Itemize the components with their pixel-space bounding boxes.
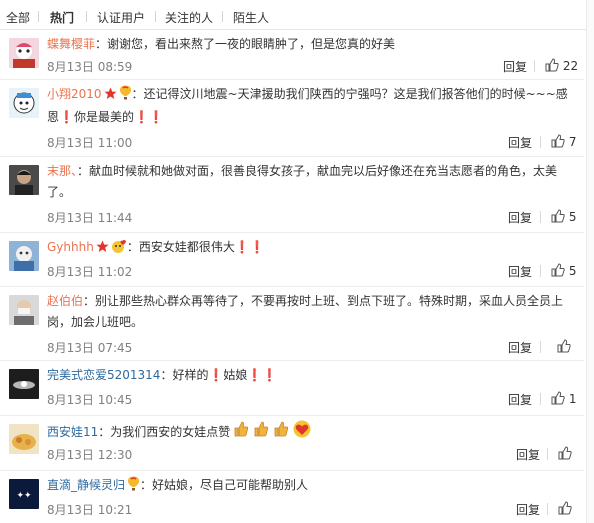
thumbs-up-emoji-icon xyxy=(252,420,270,445)
avatar[interactable]: ✦✦ xyxy=(9,479,39,509)
comment-item: 赵伯伯：别让那些热心群众再等待了，不要再按时上班、到点下班了。特殊时期，采血人员… xyxy=(0,287,584,361)
thumbs-up-icon xyxy=(558,446,572,461)
avatar[interactable] xyxy=(9,295,39,325)
comment-time: 8月13日 10:45 xyxy=(47,393,133,407)
action-divider xyxy=(540,211,541,223)
comment-item: 完美式恋爱5201314：好样的❗姑娘❗❗ 8月13日 10:45 回复 1 xyxy=(0,361,584,416)
thumbs-up-icon xyxy=(557,339,571,354)
avatar[interactable] xyxy=(9,38,39,68)
heart-emoji-icon xyxy=(292,420,312,445)
reply-button[interactable]: 回复 xyxy=(516,446,540,463)
like-count: 5 xyxy=(568,210,577,224)
hot-air-balloon-icon xyxy=(127,476,140,498)
thumbs-up-emoji-icon xyxy=(232,420,250,445)
tab-divider xyxy=(222,11,223,22)
thumbs-up-icon xyxy=(545,58,559,73)
thumbs-up-icon xyxy=(551,134,565,149)
comment-item: 末那、：献血时候就和她做对面，很善良得女孩子，献血完以后好像还在充当志愿者的角色… xyxy=(0,157,584,233)
comment-text: ：谢谢您，看出来熬了一夜的眼睛肿了，但是您真的好美 xyxy=(95,37,396,51)
comment-text: ：别让那些热心群众再等待了，不要再按时上班、到点下班了。特殊时期，采血人员全员上… xyxy=(47,294,564,329)
action-divider xyxy=(540,136,541,148)
comment-username[interactable]: 西安娃11 xyxy=(47,425,98,439)
like-button[interactable] xyxy=(557,339,571,354)
comment-text: ：西安女娃都很伟大❗❗ xyxy=(126,240,265,254)
tab-following[interactable]: 关注的人 xyxy=(165,9,213,26)
star-badge-icon xyxy=(96,239,109,260)
hot-air-balloon-icon xyxy=(119,85,132,107)
avatar[interactable] xyxy=(9,88,39,118)
like-button[interactable]: 7 xyxy=(551,134,576,149)
like-button[interactable]: 5 xyxy=(551,263,576,278)
action-divider xyxy=(540,265,541,277)
avatar[interactable] xyxy=(9,241,39,271)
reply-button[interactable]: 回复 xyxy=(503,58,527,75)
comment-filter-tabs: 全部 热门 认证用户 关注的人 陌生人 xyxy=(0,0,594,30)
reply-button[interactable]: 回复 xyxy=(508,134,532,151)
like-count: 22 xyxy=(562,59,579,73)
action-divider xyxy=(547,503,548,515)
like-button[interactable]: 22 xyxy=(545,58,578,73)
tab-strangers[interactable]: 陌生人 xyxy=(233,9,269,26)
avatar[interactable] xyxy=(9,165,39,195)
like-count: 5 xyxy=(568,264,577,278)
like-button[interactable]: 5 xyxy=(551,209,576,224)
comment-text: ：献血时候就和她做对面，很善良得女孩子，献血完以后好像还在充当志愿者的角色，太美… xyxy=(47,164,558,199)
scrollbar-track[interactable] xyxy=(586,0,594,523)
comment-time: 8月13日 10:21 xyxy=(47,503,133,517)
comment-username[interactable]: 直滴_静候灵归 xyxy=(47,478,125,492)
like-count: 1 xyxy=(568,392,577,406)
tab-divider xyxy=(155,11,156,22)
action-divider xyxy=(547,448,548,460)
comment-item: 蝶舞樱菲：谢谢您，看出来熬了一夜的眼睛肿了，但是您真的好美 8月13日 08:5… xyxy=(0,30,584,80)
thumbs-up-icon xyxy=(558,501,572,516)
comment-text: ：好样的❗姑娘❗❗ xyxy=(160,368,278,382)
star-badge-icon xyxy=(104,86,117,107)
comment-time: 8月13日 12:30 xyxy=(47,448,133,462)
comment-time: 8月13日 11:02 xyxy=(47,265,133,279)
comment-username[interactable]: 蝶舞樱菲 xyxy=(47,37,95,51)
reply-button[interactable]: 回复 xyxy=(508,391,532,408)
comment-text: ：为我们西安的女娃点赞 xyxy=(98,425,231,439)
comment-username[interactable]: 小翔2010 xyxy=(47,87,102,101)
reply-button[interactable]: 回复 xyxy=(508,339,532,356)
comment-item: Gyhhhh ：西安女娃都很伟大❗❗ 8月13日 11:02 回复 5 xyxy=(0,233,584,287)
tab-divider xyxy=(38,11,39,22)
action-divider xyxy=(540,341,541,353)
comment-item: ✦✦ 直滴_静候灵归 ：好姑娘，尽自己可能帮助别人 8月13日 10:21 回复 xyxy=(0,471,584,523)
thumbs-up-icon xyxy=(551,209,565,224)
avatar[interactable] xyxy=(9,424,39,454)
comment-username[interactable]: 赵伯伯 xyxy=(47,294,83,308)
comment-item: 西安娃11：为我们西安的女娃点赞 8月13日 12:30 回复 xyxy=(0,416,584,471)
like-count: 7 xyxy=(568,135,577,149)
thumbs-up-icon xyxy=(551,391,565,406)
comment-time: 8月13日 07:45 xyxy=(47,341,133,355)
thumbs-up-emoji-icon xyxy=(272,420,290,445)
svg-text:✦✦: ✦✦ xyxy=(16,491,32,501)
action-divider xyxy=(534,60,535,72)
thumbs-up-icon xyxy=(551,263,565,278)
comment-time: 8月13日 11:00 xyxy=(47,136,133,150)
tab-hot[interactable]: 热门 xyxy=(50,9,74,26)
avatar[interactable] xyxy=(9,369,39,399)
action-divider xyxy=(540,393,541,405)
like-button[interactable]: 1 xyxy=(551,391,576,406)
comment-text: ：好姑娘，尽自己可能帮助别人 xyxy=(140,478,309,492)
comment-username[interactable]: 完美式恋爱5201314 xyxy=(47,368,160,382)
emoji-badge-icon xyxy=(111,239,127,260)
reply-button[interactable]: 回复 xyxy=(516,501,540,518)
comment-username[interactable]: Gyhhhh xyxy=(47,240,94,254)
tab-divider xyxy=(86,11,87,22)
comment-time: 8月13日 08:59 xyxy=(47,60,133,74)
tab-verified-users[interactable]: 认证用户 xyxy=(97,9,145,26)
tab-all[interactable]: 全部 xyxy=(6,9,30,26)
reply-button[interactable]: 回复 xyxy=(508,209,532,226)
comment-item: 小翔2010 ：还记得汶川地震~天津援助我们陕西的宁强吗？这是我们报答他们的时候~… xyxy=(0,80,584,157)
reply-button[interactable]: 回复 xyxy=(508,263,532,280)
comment-username[interactable]: 末那、 xyxy=(47,164,77,178)
like-button[interactable] xyxy=(558,501,572,516)
like-button[interactable] xyxy=(558,446,572,461)
comment-time: 8月13日 11:44 xyxy=(47,211,133,225)
